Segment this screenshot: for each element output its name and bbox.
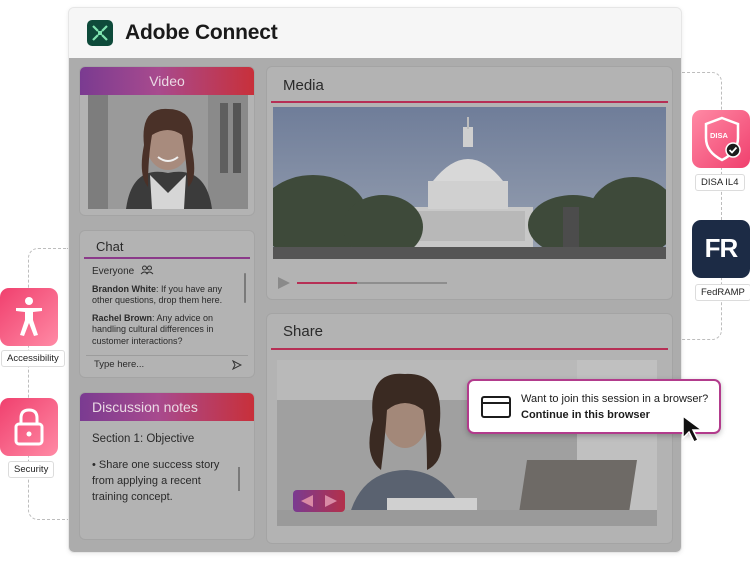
notes-pod: Discussion notes Section 1: Objective • … <box>79 392 255 540</box>
security-label: Security <box>8 461 55 478</box>
notes-bullet: • Share one success story from applying … <box>92 459 220 503</box>
video-pod: Video <box>79 66 255 216</box>
next-arrow-icon[interactable] <box>323 494 339 513</box>
accessibility-badge <box>0 288 58 346</box>
accessibility-label: Accessibility <box>1 350 65 367</box>
chat-message-author: Rachel Brown <box>92 312 153 323</box>
media-pod: Media <box>266 66 673 300</box>
fedramp-logo-icon: FR <box>704 233 739 263</box>
previous-arrow-icon[interactable] <box>299 494 315 513</box>
app-title: Adobe Connect <box>125 21 278 44</box>
media-progress-fill <box>297 282 357 284</box>
browser-window-icon <box>481 396 511 423</box>
share-title: Share <box>271 314 668 350</box>
chat-messages: Everyone Brandon White: If you have any … <box>92 265 242 347</box>
popup-question: Want to join this session in a browser? <box>521 393 709 405</box>
media-title: Media <box>271 67 668 103</box>
adobe-connect-logo-icon <box>87 20 113 46</box>
chat-scrollbar[interactable] <box>244 273 246 303</box>
media-progress-track[interactable] <box>297 282 447 284</box>
chat-message: Brandon White: If you have any other que… <box>92 283 223 306</box>
shield-check-icon <box>703 116 741 167</box>
fedramp-label: FedRAMP <box>695 284 750 301</box>
chat-message: Rachel Brown: Any advice on handling cul… <box>92 312 214 346</box>
chat-pod: Chat Everyone Brandon White: If you have… <box>79 230 255 378</box>
app-header: Adobe Connect <box>69 8 681 58</box>
media-video[interactable] <box>273 107 666 259</box>
meeting-room: Video Chat Everyone Brandon White: If yo… <box>69 58 681 552</box>
disa-shield-text: DISA <box>710 131 728 140</box>
notes-section: Section 1: Objective <box>92 433 195 445</box>
video-feed[interactable] <box>88 95 248 209</box>
accessibility-icon <box>14 296 44 343</box>
chat-input[interactable]: Type here... <box>86 355 248 373</box>
chat-message-author: Brandon White <box>92 283 156 294</box>
disa-il4-label: DISA IL4 <box>695 174 745 191</box>
chat-input-placeholder: Type here... <box>94 359 145 370</box>
share-navigation-controls <box>293 490 345 512</box>
send-icon[interactable] <box>231 359 243 373</box>
security-badge <box>0 398 58 456</box>
chat-title: Chat <box>84 231 250 259</box>
mouse-pointer-icon <box>681 414 709 449</box>
media-playbar <box>277 273 657 293</box>
people-icon <box>140 265 154 279</box>
app-window: Adobe Connect Video Chat Everyone Brando… <box>68 7 682 553</box>
disa-il4-badge: DISA <box>692 110 750 168</box>
notes-scrollbar[interactable] <box>238 467 240 491</box>
notes-body: Section 1: Objective • Share one success… <box>80 421 254 517</box>
video-pod-title: Video <box>80 67 254 95</box>
chat-audience[interactable]: Everyone <box>92 266 134 278</box>
fedramp-badge: FR <box>692 220 750 278</box>
lock-icon <box>14 408 44 451</box>
notes-title: Discussion notes <box>80 393 254 421</box>
continue-in-browser-link[interactable]: Continue in this browser <box>521 409 650 421</box>
play-icon[interactable] <box>277 276 291 295</box>
